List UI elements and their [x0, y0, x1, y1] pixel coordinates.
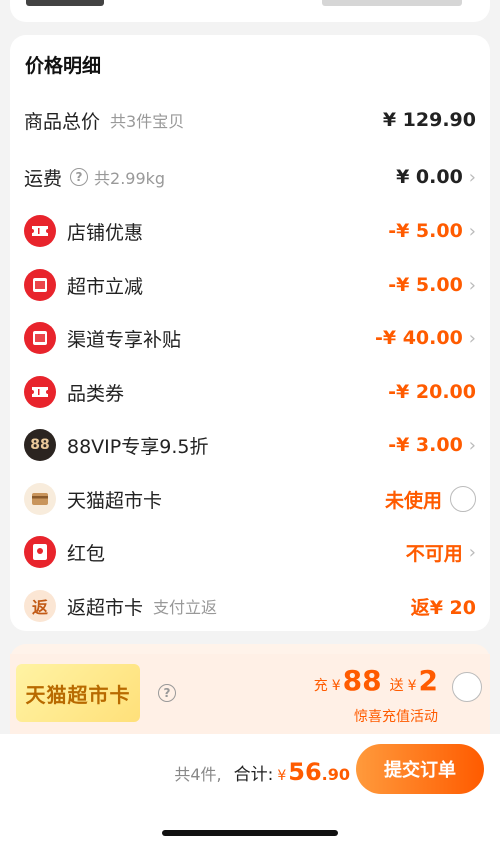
goods-total-label: 商品总价 [24, 110, 101, 133]
shipping-label: 运费 [24, 167, 63, 190]
tmall-card-row[interactable]: 天猫超市卡 未使用 [24, 479, 476, 519]
order-summary: 共4件, 合计: ¥ 56 .90 [174, 758, 350, 786]
charge-label: 充 [313, 678, 328, 694]
clipped-label [26, 0, 104, 6]
goods-total-row: 商品总价 共3件宝贝 ¥ 129.90 [24, 100, 476, 140]
give-label: 送 [389, 678, 404, 694]
channel-subsidy-row[interactable]: 渠道专享补贴 -¥ 40.00 › [24, 318, 476, 358]
tmall-card-badge: 天猫超市卡 [16, 664, 140, 722]
question-icon[interactable]: ? [70, 168, 89, 186]
checkout-bar: 共4件, 合计: ¥ 56 .90 提交订单 [0, 734, 500, 847]
cashback-sub: 支付立返 [153, 598, 218, 617]
vip-discount-value: -¥ 3.00 [388, 434, 463, 456]
goods-total-value: ¥ 129.90 [382, 109, 476, 131]
cashback-value: 返¥ 20 [410, 596, 476, 619]
vip-discount-label: 88VIP专享9.5折 [67, 435, 209, 458]
submit-order-button[interactable]: 提交订单 [356, 744, 484, 794]
currency-symbol: ¥ [277, 768, 287, 784]
supermarket-discount-value: -¥ 5.00 [388, 274, 463, 296]
tmall-card-status: 未使用 [384, 489, 442, 512]
channel-subsidy-value: -¥ 40.00 [374, 327, 463, 349]
cashback-row: 返 返超市卡 支付立返 返¥ 20 [24, 586, 476, 626]
question-icon[interactable]: ? [158, 684, 176, 702]
currency-symbol: ¥ [407, 678, 417, 694]
tmall-card-radio[interactable] [450, 486, 476, 512]
vip-discount-row[interactable]: 88 88VIP专享9.5折 -¥ 3.00 › [24, 425, 476, 465]
channel-subsidy-label: 渠道专享补贴 [67, 328, 182, 351]
vip-88-icon: 88 [24, 429, 56, 461]
recharge-promo: 天猫超市卡 ? 充 ¥ 88 送 ¥ 2 惊喜充值活动 [10, 644, 490, 744]
home-indicator[interactable] [162, 830, 338, 836]
recharge-radio[interactable] [452, 672, 482, 702]
shipping-row[interactable]: 运费 ? 共2.99kg ¥ 0.00 › [24, 157, 476, 197]
currency-symbol: ¥ [331, 678, 341, 694]
total-label: 合计: [233, 765, 274, 785]
charge-amount: 88 [342, 664, 382, 697]
red-packet-row[interactable]: 红包 不可用 › [24, 532, 476, 572]
shipping-weight: 共2.99kg [94, 169, 166, 188]
shop-discount-label: 店铺优惠 [67, 221, 144, 244]
reduce-badge-icon [24, 269, 56, 301]
item-count: 共4件, [174, 765, 222, 784]
red-packet-status: 不可用 [405, 542, 463, 565]
shop-discount-row[interactable]: 店铺优惠 -¥ 5.00 › [24, 211, 476, 251]
recharge-subtitle: 惊喜充值活动 [354, 709, 438, 725]
chevron-right-icon: › [468, 434, 476, 456]
price-detail-card: 价格明细 商品总价 共3件宝贝 ¥ 129.90 运费 ? 共2.99kg ¥ … [10, 35, 490, 631]
ticket-icon [24, 215, 56, 247]
chevron-right-icon: › [468, 274, 476, 296]
reduce-badge-icon [24, 322, 56, 354]
cashback-icon: 返 [24, 590, 56, 622]
supermarket-discount-row[interactable]: 超市立减 -¥ 5.00 › [24, 265, 476, 305]
ticket-icon [24, 376, 56, 408]
shipping-value: ¥ 0.00 [396, 166, 463, 188]
previous-card [10, 0, 490, 22]
total-integer: 56 [288, 758, 322, 786]
category-coupon-label: 品类券 [67, 382, 125, 405]
tmall-card-label: 天猫超市卡 [67, 489, 163, 512]
chevron-right-icon: › [468, 220, 476, 242]
chevron-right-icon: › [468, 327, 476, 349]
red-packet-label: 红包 [67, 542, 106, 565]
category-coupon-row: 品类券 -¥ 20.00 [24, 372, 476, 412]
cashback-label: 返超市卡 [67, 596, 144, 619]
total-decimal: .90 [321, 765, 350, 784]
recharge-offer: 充 ¥ 88 送 ¥ 2 [312, 664, 438, 697]
chevron-right-icon: › [468, 166, 476, 188]
chevron-right-icon: › [468, 541, 476, 563]
goods-count: 共3件宝贝 [110, 112, 185, 131]
shop-discount-value: -¥ 5.00 [388, 220, 463, 242]
category-coupon-value: -¥ 20.00 [388, 381, 476, 403]
give-amount: 2 [418, 664, 438, 697]
card-icon [24, 483, 56, 515]
red-packet-icon [24, 536, 56, 568]
supermarket-discount-label: 超市立减 [67, 275, 144, 298]
card-title: 价格明细 [25, 55, 102, 77]
clipped-value [322, 0, 462, 6]
